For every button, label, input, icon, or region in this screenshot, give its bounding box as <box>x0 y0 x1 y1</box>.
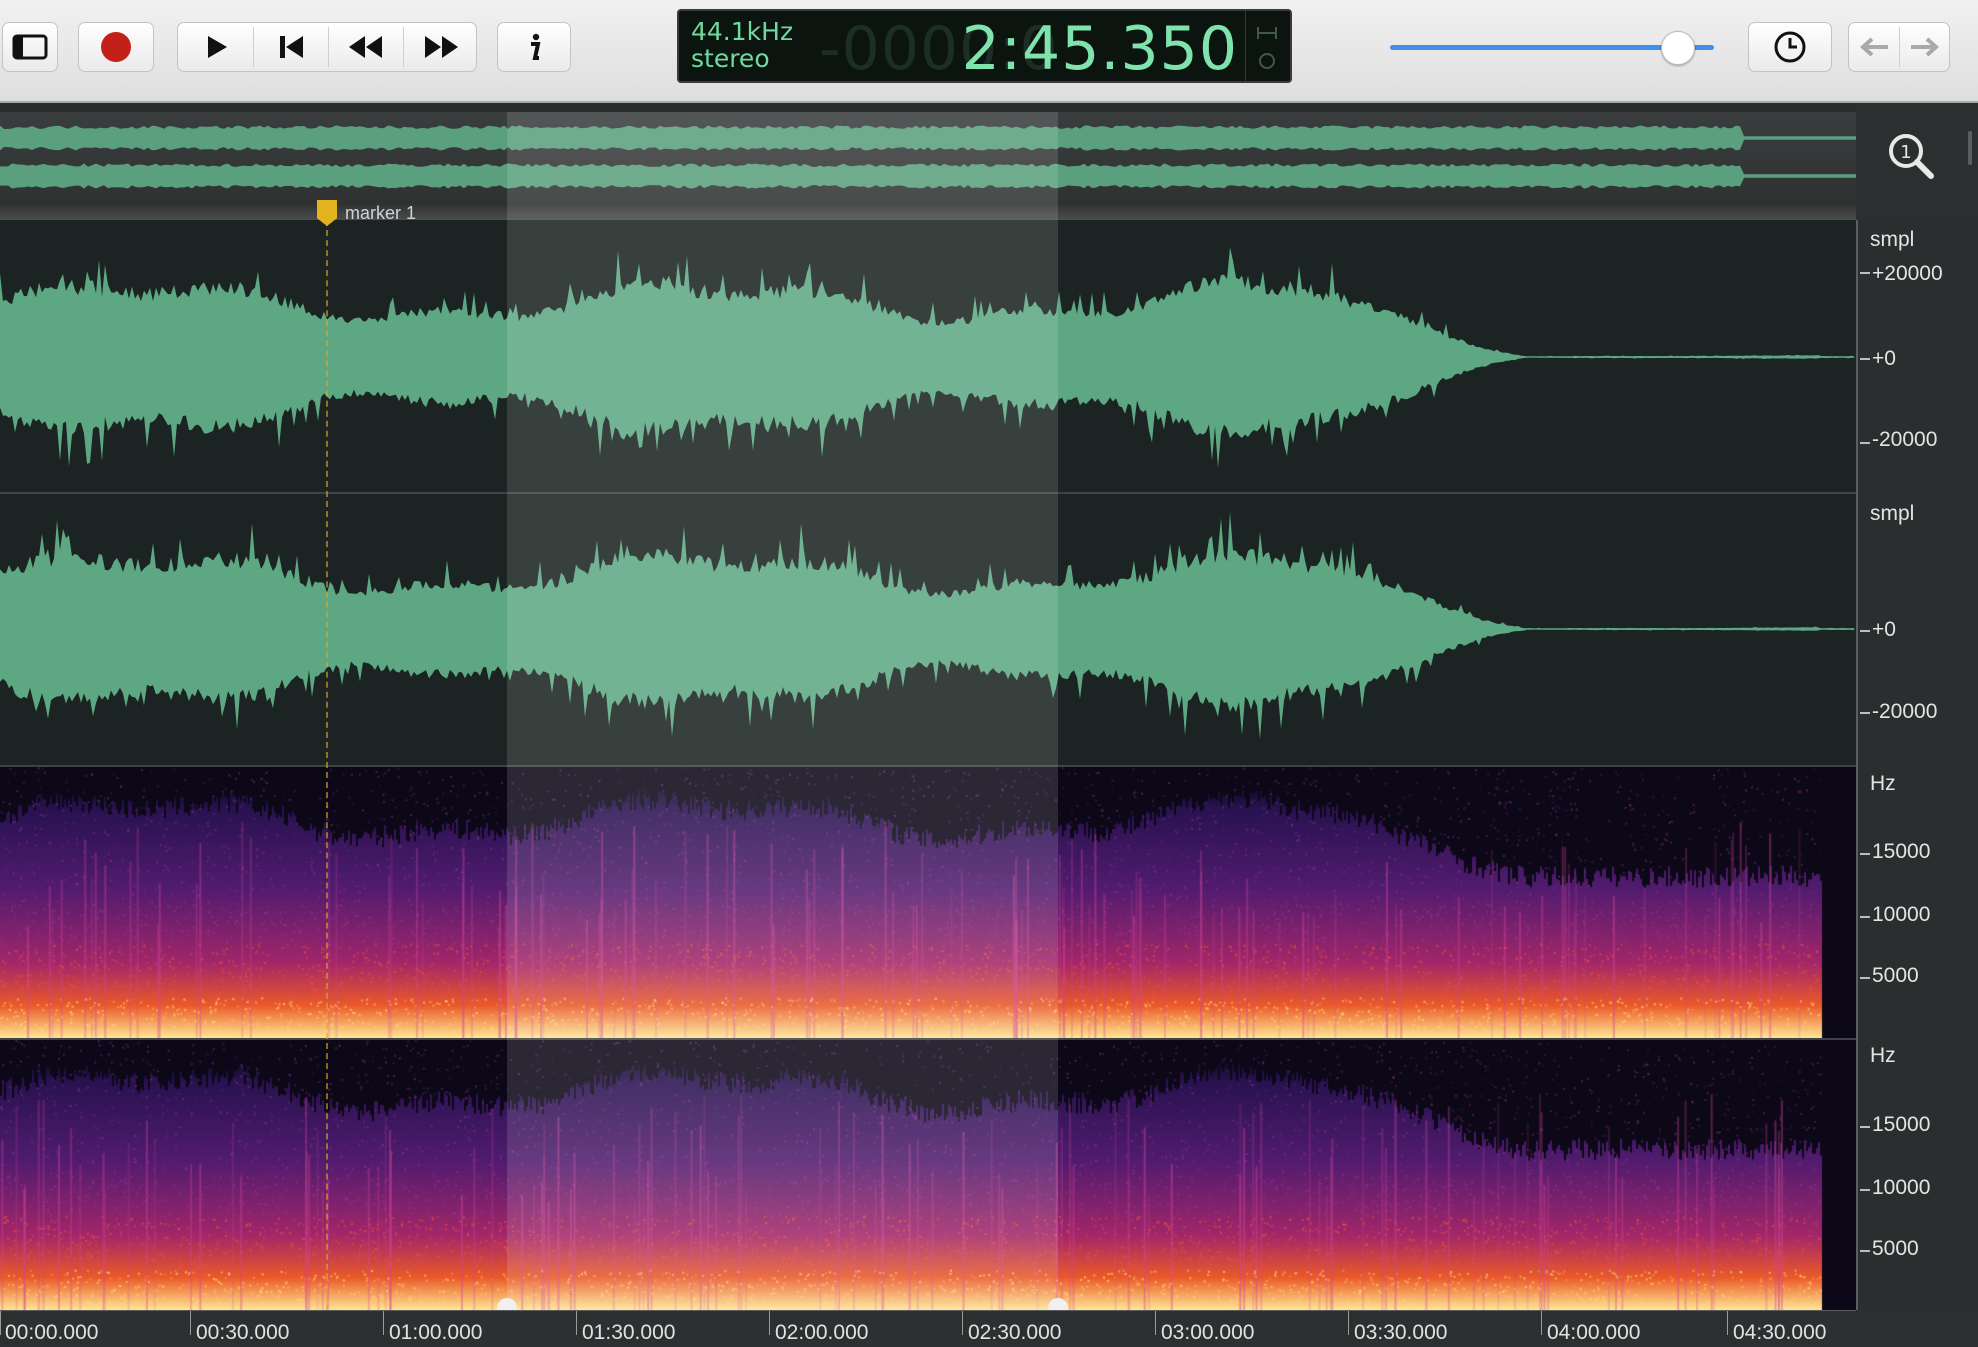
waveform-left <box>0 247 1856 468</box>
time-display: 44.1kHz stereo -0000:0 2:45.350 <box>677 9 1292 83</box>
time-ruler-label: 00:00.000 <box>5 1321 99 1344</box>
time-ruler-label: 02:00.000 <box>775 1321 869 1344</box>
history-button[interactable] <box>1748 22 1832 72</box>
time-ruler[interactable]: 00:00.000 00:30.000 01:00.000 01:30.000 … <box>0 1310 1856 1347</box>
spec-right-tick: 10000 <box>1872 1176 1931 1199</box>
forward-button[interactable] <box>1900 23 1950 71</box>
marker-line <box>326 220 328 1310</box>
time-ruler-label: 03:00.000 <box>1161 1321 1255 1344</box>
svg-text:1: 1 <box>1900 142 1911 163</box>
spec-left-tick: 10000 <box>1872 903 1931 926</box>
play-icon <box>207 36 227 58</box>
marker-label: marker 1 <box>345 203 417 223</box>
zoom-1-to-1-icon[interactable]: 1 <box>1886 131 1936 183</box>
time-ruler-label: 01:30.000 <box>582 1321 676 1344</box>
playhead-time: 2:45.350 <box>961 14 1238 83</box>
waveform-left-channel[interactable] <box>0 220 1856 494</box>
fast-forward-icon <box>425 36 458 58</box>
time-ruler-label: 02:30.000 <box>968 1321 1062 1344</box>
waveform-right <box>0 511 1856 740</box>
toolbar: 44.1kHz stereo -0000:0 2:45.350 <box>0 0 1978 103</box>
wave-right-tick: +0 <box>1872 618 1896 641</box>
spec-left-tick: 15000 <box>1872 840 1931 863</box>
spectrogram-right-channel[interactable] <box>0 1040 1856 1310</box>
record-button[interactable] <box>78 22 154 72</box>
spectrogram-right <box>0 1040 1856 1310</box>
wave-left-tick: +0 <box>1872 347 1896 370</box>
sidebar-toggle-icon <box>12 34 48 60</box>
time-ruler-label: 04:00.000 <box>1547 1321 1641 1344</box>
waveform-right-channel[interactable] <box>0 494 1856 767</box>
spec-left-tick: 5000 <box>1872 964 1919 987</box>
fast-forward-button[interactable] <box>404 23 478 71</box>
wave-right-tick: -20000 <box>1872 700 1938 723</box>
spec-right-tick: 5000 <box>1872 1237 1919 1260</box>
time-display-mode[interactable] <box>1245 11 1290 81</box>
time-mode-icons <box>1257 27 1277 69</box>
sidebar-toggle-button[interactable] <box>2 22 58 72</box>
transport-controls <box>177 22 477 72</box>
skip-to-start-button[interactable] <box>254 23 328 71</box>
volume-slider-thumb[interactable] <box>1661 31 1696 65</box>
time-ruler-label: 04:30.000 <box>1733 1321 1827 1344</box>
clock-icon <box>1774 31 1806 63</box>
info-icon <box>531 33 541 60</box>
time-ruler-label: 01:00.000 <box>389 1321 483 1344</box>
info-button[interactable] <box>497 22 571 72</box>
skip-to-start-icon <box>280 36 303 58</box>
back-button[interactable] <box>1849 23 1899 71</box>
amplitude-frequency-scale: smpl +20000 +0 -20000 smpl +0 -20000 Hz … <box>1856 220 1978 1310</box>
record-icon <box>101 32 131 62</box>
wave-left-tick: +20000 <box>1872 262 1943 285</box>
sample-rate: 44.1kHz <box>691 17 794 46</box>
spec-right-unit: Hz <box>1870 1044 1896 1067</box>
navigation-buttons <box>1848 22 1950 72</box>
channel-mode: stereo <box>691 44 770 73</box>
wave-right-unit: smpl <box>1870 502 1915 525</box>
scale-resize-handle[interactable] <box>1968 131 1972 165</box>
overview-waveform <box>0 125 1856 189</box>
time-ruler-label: 03:30.000 <box>1354 1321 1448 1344</box>
spec-right-tick: 15000 <box>1872 1113 1931 1136</box>
wave-left-unit: smpl <box>1870 228 1915 251</box>
spec-left-unit: Hz <box>1870 772 1896 795</box>
spectrogram-left <box>0 767 1856 1038</box>
waveform-overview[interactable] <box>0 112 1856 220</box>
time-ruler-label: 00:30.000 <box>196 1321 290 1344</box>
arrow-left-icon <box>1859 37 1888 57</box>
format-info: 44.1kHz stereo <box>691 18 793 72</box>
play-button[interactable] <box>178 23 253 71</box>
rewind-button[interactable] <box>329 23 403 71</box>
wave-left-tick: -20000 <box>1872 428 1938 451</box>
spectrogram-left-channel[interactable] <box>0 767 1856 1040</box>
rewind-icon <box>349 36 382 58</box>
arrow-right-icon <box>1911 37 1940 57</box>
